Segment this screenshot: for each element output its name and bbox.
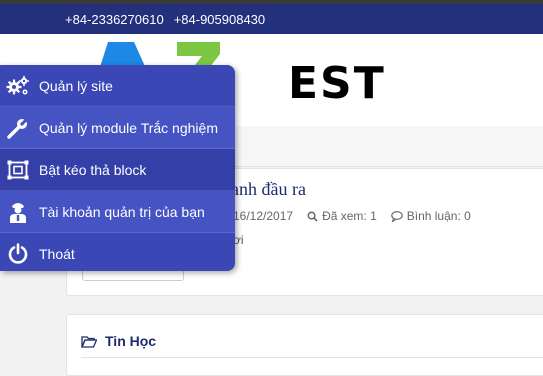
power-icon — [6, 242, 30, 266]
phone-number-2[interactable]: +84-905908430 — [174, 12, 265, 27]
category-card: Tin Học — [66, 314, 543, 376]
menu-item-logout[interactable]: Thoát — [0, 233, 235, 271]
drag-block-icon — [6, 158, 30, 182]
article-comments: Bình luận: 0 — [390, 209, 471, 223]
menu-item-admin-account[interactable]: Tài khoản quản trị của bạn — [0, 191, 235, 233]
article-title[interactable]: anh đầu ra — [231, 179, 306, 200]
menu-item-toggle-drag-drop[interactable]: Bật kéo thả block — [0, 149, 235, 191]
menu-item-label: Tài khoản quản trị của bạn — [39, 203, 205, 220]
contact-topbar: +84-2336270610 +84-905908430 — [0, 4, 543, 34]
wrench-icon — [6, 116, 30, 140]
comment-icon — [390, 210, 403, 222]
category-heading[interactable]: Tin Học — [81, 333, 156, 349]
menu-item-manage-site[interactable]: Quản lý site — [0, 65, 235, 107]
folder-open-icon — [81, 335, 97, 348]
gears-icon — [6, 74, 30, 98]
article-date: 16/12/2017 — [233, 209, 294, 223]
article-meta: 16/12/2017 Đã xem: 1 Bình luận: 0 — [233, 209, 471, 223]
menu-item-label: Quản lý site — [39, 77, 113, 94]
menu-item-label: Bật kéo thả block — [39, 161, 147, 178]
logo-wordmark: EST — [288, 58, 386, 109]
category-label: Tin Học — [105, 333, 157, 349]
menu-item-manage-quiz-module[interactable]: Quản lý module Trắc nghiệm — [0, 107, 235, 149]
menu-item-label: Thoát — [39, 245, 75, 262]
phone-number-1[interactable]: +84-2336270610 — [65, 12, 164, 27]
search-icon — [307, 211, 318, 222]
menu-item-label: Quản lý module Trắc nghiệm — [39, 119, 218, 136]
admin-menu: Quản lý site Quản lý module Trắc nghiệm … — [0, 65, 235, 271]
category-divider — [81, 357, 543, 358]
admin-user-icon — [6, 200, 30, 224]
article-views: Đã xem: 1 — [307, 209, 377, 223]
